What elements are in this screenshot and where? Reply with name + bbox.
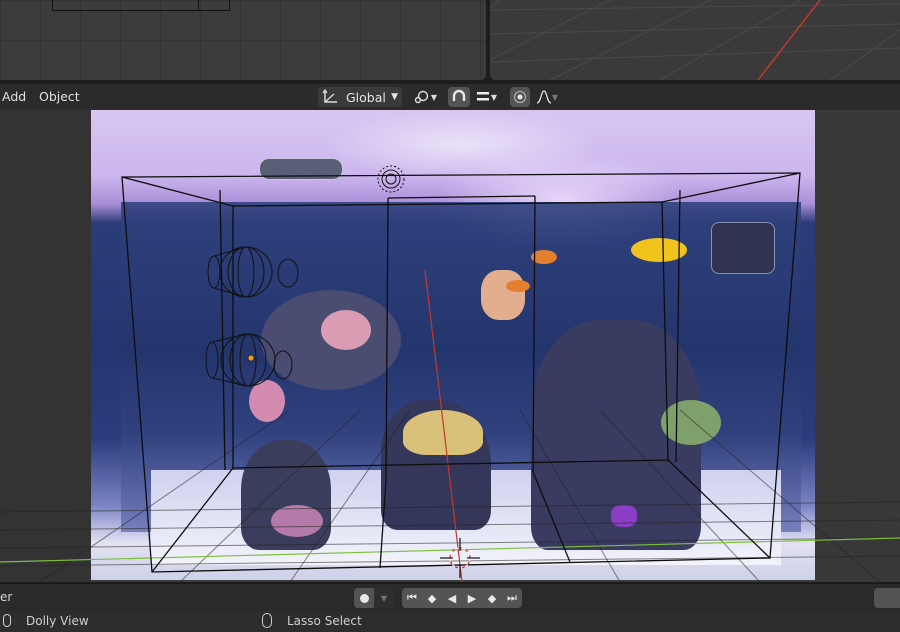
proportional-falloff-icon bbox=[536, 90, 552, 104]
orientation-axes-icon bbox=[322, 89, 337, 103]
prev-keyframe-icon: ◆ bbox=[427, 591, 437, 605]
viewport-overlay bbox=[0, 165, 900, 582]
chevron-down-icon: ▼ bbox=[551, 92, 559, 102]
top-right-viewport[interactable] bbox=[490, 0, 900, 80]
chevron-down-icon: ▼ bbox=[490, 92, 498, 102]
timeline-header: er ▼ ⏮ ◆ ◀ ▶ ◆ ⏭ bbox=[0, 583, 900, 612]
mouse-right-icon bbox=[262, 613, 272, 628]
snap-increment-icon bbox=[476, 92, 489, 101]
menu-add[interactable]: Add bbox=[2, 84, 26, 110]
status-hint-lasso: Lasso Select bbox=[287, 614, 362, 628]
chevron-down-icon: ▼ bbox=[430, 92, 438, 102]
jump-to-end-button[interactable]: ⏭ bbox=[502, 588, 522, 608]
selected-object-origin bbox=[247, 354, 255, 362]
snap-toggle[interactable] bbox=[448, 87, 470, 107]
x-axis-line bbox=[424, 269, 463, 582]
x-axis-line bbox=[757, 0, 821, 80]
timeline-menu-label[interactable]: er bbox=[0, 590, 12, 604]
magnet-icon bbox=[452, 89, 466, 101]
play-button[interactable]: ▶ bbox=[462, 588, 482, 608]
jump-to-start-button[interactable]: ⏮ bbox=[402, 588, 422, 608]
play-reverse-icon: ◀ bbox=[447, 591, 457, 605]
jump-to-prev-keyframe-button[interactable]: ◆ bbox=[422, 588, 442, 608]
record-dot-icon bbox=[359, 593, 369, 603]
3d-cursor bbox=[440, 538, 480, 578]
next-keyframe-icon: ◆ bbox=[487, 591, 497, 605]
frame-divider-line bbox=[198, 0, 199, 10]
proportional-editing-icon bbox=[514, 91, 526, 103]
status-hint-dolly: Dolly View bbox=[26, 614, 89, 628]
menu-object[interactable]: Object bbox=[39, 84, 80, 110]
pivot-point-dropdown[interactable]: ▼ bbox=[410, 87, 440, 107]
snap-target-dropdown[interactable]: ▼ bbox=[470, 87, 502, 107]
light-object-gizmo bbox=[377, 165, 405, 193]
auto-keying-dropdown[interactable]: ▼ bbox=[374, 588, 394, 608]
record-keyframe-button[interactable] bbox=[354, 588, 374, 608]
chevron-down-icon: ▼ bbox=[380, 593, 388, 603]
top-left-viewport[interactable] bbox=[0, 0, 486, 80]
play-reverse-button[interactable]: ◀ bbox=[442, 588, 462, 608]
mouse-middle-icon bbox=[3, 614, 11, 627]
jump-end-icon: ⏭ bbox=[507, 591, 517, 604]
frame-field[interactable] bbox=[874, 588, 900, 608]
main-3d-viewport[interactable] bbox=[0, 110, 900, 582]
proportional-editing-toggle[interactable] bbox=[510, 87, 530, 107]
play-icon: ▶ bbox=[467, 591, 477, 605]
transform-orientation-dropdown[interactable]: Global ▼ bbox=[318, 87, 402, 107]
camera-frame-outline bbox=[52, 0, 230, 11]
orientation-label: Global bbox=[346, 89, 386, 105]
perspective-grid bbox=[490, 0, 900, 80]
pivot-link-icon bbox=[414, 90, 429, 104]
proportional-falloff-dropdown[interactable]: ▼ bbox=[531, 87, 563, 107]
jump-start-icon: ⏮ bbox=[407, 591, 417, 604]
jump-to-next-keyframe-button[interactable]: ◆ bbox=[482, 588, 502, 608]
chevron-down-icon: ▼ bbox=[391, 92, 398, 102]
status-bar: Dolly View Lasso Select bbox=[0, 611, 900, 632]
viewport-header: Add Object Global ▼ ▼ ▼ ▼ bbox=[0, 84, 900, 110]
